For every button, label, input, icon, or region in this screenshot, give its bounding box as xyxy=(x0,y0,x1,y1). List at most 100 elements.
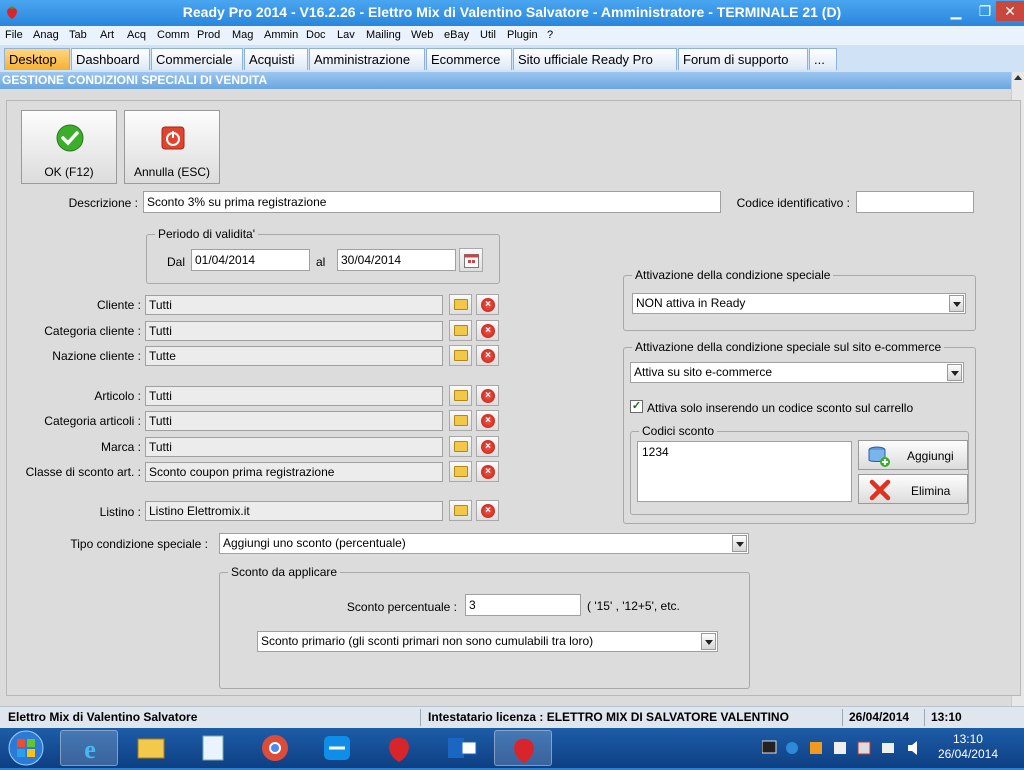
classe-sconto-clear-button[interactable]: × xyxy=(476,461,499,482)
tab-dashboard[interactable]: Dashboard xyxy=(71,48,150,70)
chevron-down-icon[interactable] xyxy=(732,535,747,552)
classe-sconto-field[interactable]: Sconto coupon prima registrazione xyxy=(145,462,443,482)
articolo-clear-button[interactable]: × xyxy=(476,385,499,406)
listino-field[interactable]: Listino Elettromix.it xyxy=(145,501,443,521)
tab-more[interactable]: ... xyxy=(809,48,837,70)
add-database-icon xyxy=(868,446,890,467)
chrome-icon xyxy=(262,735,288,761)
chevron-down-icon[interactable] xyxy=(701,633,716,650)
categoria-cliente-field[interactable]: Tutti xyxy=(145,321,443,341)
codice-identificativo-input[interactable] xyxy=(856,191,974,213)
chevron-down-icon[interactable] xyxy=(949,295,964,312)
maximize-button[interactable]: ❐ xyxy=(971,1,999,21)
nazione-cliente-field[interactable]: Tutte xyxy=(145,346,443,366)
list-item[interactable]: 1234 xyxy=(642,445,847,459)
close-button[interactable]: ✕ xyxy=(996,1,1024,21)
tab-desktop[interactable]: Desktop xyxy=(4,48,70,70)
outlook-icon xyxy=(448,738,477,758)
dal-label: Dal xyxy=(167,255,186,269)
menu-help[interactable]: ? xyxy=(547,29,553,41)
sconto-percentuale-input[interactable]: 3 xyxy=(465,594,581,616)
cancel-button[interactable]: Annulla (ESC) xyxy=(124,110,220,184)
menu-plugin[interactable]: Plugin xyxy=(507,29,538,41)
taskbar-notes[interactable] xyxy=(184,730,242,766)
taskbar-explorer[interactable] xyxy=(122,730,180,766)
taskbar-outlook[interactable] xyxy=(432,730,490,766)
menu-prod[interactable]: Prod xyxy=(197,29,220,41)
cliente-clear-button[interactable]: × xyxy=(476,294,499,315)
descrizione-input[interactable]: Sconto 3% su prima registrazione xyxy=(143,191,721,213)
taskbar-readypro[interactable] xyxy=(370,730,428,766)
taskbar-readypro-active[interactable] xyxy=(494,730,552,766)
codice-sconto-checkbox[interactable]: ✓ xyxy=(630,400,643,413)
codici-sconto-list[interactable]: 1234 xyxy=(637,441,852,502)
cliente-label: Cliente : xyxy=(96,298,141,312)
start-button-icon[interactable] xyxy=(4,729,48,767)
menu-tab[interactable]: Tab xyxy=(69,29,87,41)
tab-forum-supporto[interactable]: Forum di supporto xyxy=(678,48,808,70)
taskbar: e 13:10 26/04/2014 xyxy=(0,728,1024,768)
sconto-hint: ( '15' , '12+5', etc. xyxy=(587,599,680,613)
sconto-tipo-select[interactable]: Sconto primario (gli sconti primari non … xyxy=(257,631,718,652)
menu-lav[interactable]: Lav xyxy=(337,29,355,41)
menu-art[interactable]: Art xyxy=(100,29,114,41)
tipo-condizione-select[interactable]: Aggiungi uno sconto (percentuale) xyxy=(219,533,749,554)
categoria-articoli-clear-button[interactable]: × xyxy=(476,410,499,431)
menu-mailing[interactable]: Mailing xyxy=(366,29,401,41)
teamviewer-icon xyxy=(324,736,350,760)
menu-acq[interactable]: Acq xyxy=(127,29,146,41)
marca-field[interactable]: Tutti xyxy=(145,437,443,457)
al-date-input[interactable]: 30/04/2014 xyxy=(337,249,456,271)
system-tray-icons[interactable] xyxy=(762,739,932,757)
chevron-down-icon[interactable] xyxy=(947,364,962,381)
categoria-cliente-clear-button[interactable]: × xyxy=(476,320,499,341)
classe-sconto-browse-button[interactable] xyxy=(449,461,472,482)
marca-label: Marca : xyxy=(100,440,141,454)
categoria-articoli-field[interactable]: Tutti xyxy=(145,411,443,431)
checkmark-icon xyxy=(56,124,84,152)
cliente-field[interactable]: Tutti xyxy=(145,295,443,315)
minimize-button[interactable]: ▁ xyxy=(942,1,970,21)
categoria-cliente-browse-button[interactable] xyxy=(449,320,472,341)
sconto-tipo-value: Sconto primario (gli sconti primari non … xyxy=(261,634,594,648)
menu-mag[interactable]: Mag xyxy=(232,29,253,41)
categoria-articoli-browse-button[interactable] xyxy=(449,410,472,431)
elimina-button[interactable]: Elimina xyxy=(858,474,968,504)
listino-browse-button[interactable] xyxy=(449,500,472,521)
dal-date-input[interactable]: 01/04/2014 xyxy=(191,249,310,271)
ok-button-label: OK (F12) xyxy=(44,165,94,179)
marca-clear-button[interactable]: × xyxy=(476,436,499,457)
taskbar-clock[interactable]: 13:10 26/04/2014 xyxy=(938,732,998,762)
tab-acquisti[interactable]: Acquisti xyxy=(244,48,308,70)
menu-comm[interactable]: Comm xyxy=(157,29,189,41)
attivazione-web-select[interactable]: Attiva su sito e-commerce xyxy=(630,362,964,383)
attivazione-select[interactable]: NON attiva in Ready xyxy=(632,293,966,314)
menu-file[interactable]: File xyxy=(5,29,23,41)
listino-clear-button[interactable]: × xyxy=(476,500,499,521)
taskbar-chrome[interactable] xyxy=(246,730,304,766)
nazione-cliente-clear-button[interactable]: × xyxy=(476,345,499,366)
articolo-field[interactable]: Tutti xyxy=(145,386,443,406)
menu-doc[interactable]: Doc xyxy=(306,29,326,41)
tab-amministrazione[interactable]: Amministrazione xyxy=(309,48,425,70)
menu-web[interactable]: Web xyxy=(411,29,433,41)
nazione-cliente-browse-button[interactable] xyxy=(449,345,472,366)
section-title: GESTIONE CONDIZIONI SPECIALI DI VENDITA xyxy=(0,72,1011,89)
ok-button[interactable]: OK (F12) xyxy=(21,110,117,184)
tab-sito-ufficiale[interactable]: Sito ufficiale Ready Pro xyxy=(513,48,677,70)
marca-browse-button[interactable] xyxy=(449,436,472,457)
aggiungi-button[interactable]: Aggiungi xyxy=(858,440,968,470)
menu-anag[interactable]: Anag xyxy=(33,29,59,41)
taskbar-teamviewer[interactable] xyxy=(308,730,366,766)
calendar-button[interactable] xyxy=(459,248,483,272)
cliente-browse-button[interactable] xyxy=(449,294,472,315)
articolo-browse-button[interactable] xyxy=(449,385,472,406)
tab-ecommerce[interactable]: Ecommerce xyxy=(426,48,512,70)
scroll-up-icon[interactable] xyxy=(1014,75,1022,80)
tab-commerciale[interactable]: Commerciale xyxy=(151,48,243,70)
menu-util[interactable]: Util xyxy=(480,29,496,41)
taskbar-ie[interactable]: e xyxy=(60,730,118,766)
menu-ammin[interactable]: Ammin xyxy=(264,29,298,41)
menu-ebay[interactable]: eBay xyxy=(444,29,469,41)
tipo-condizione-value: Aggiungi uno sconto (percentuale) xyxy=(223,536,406,550)
